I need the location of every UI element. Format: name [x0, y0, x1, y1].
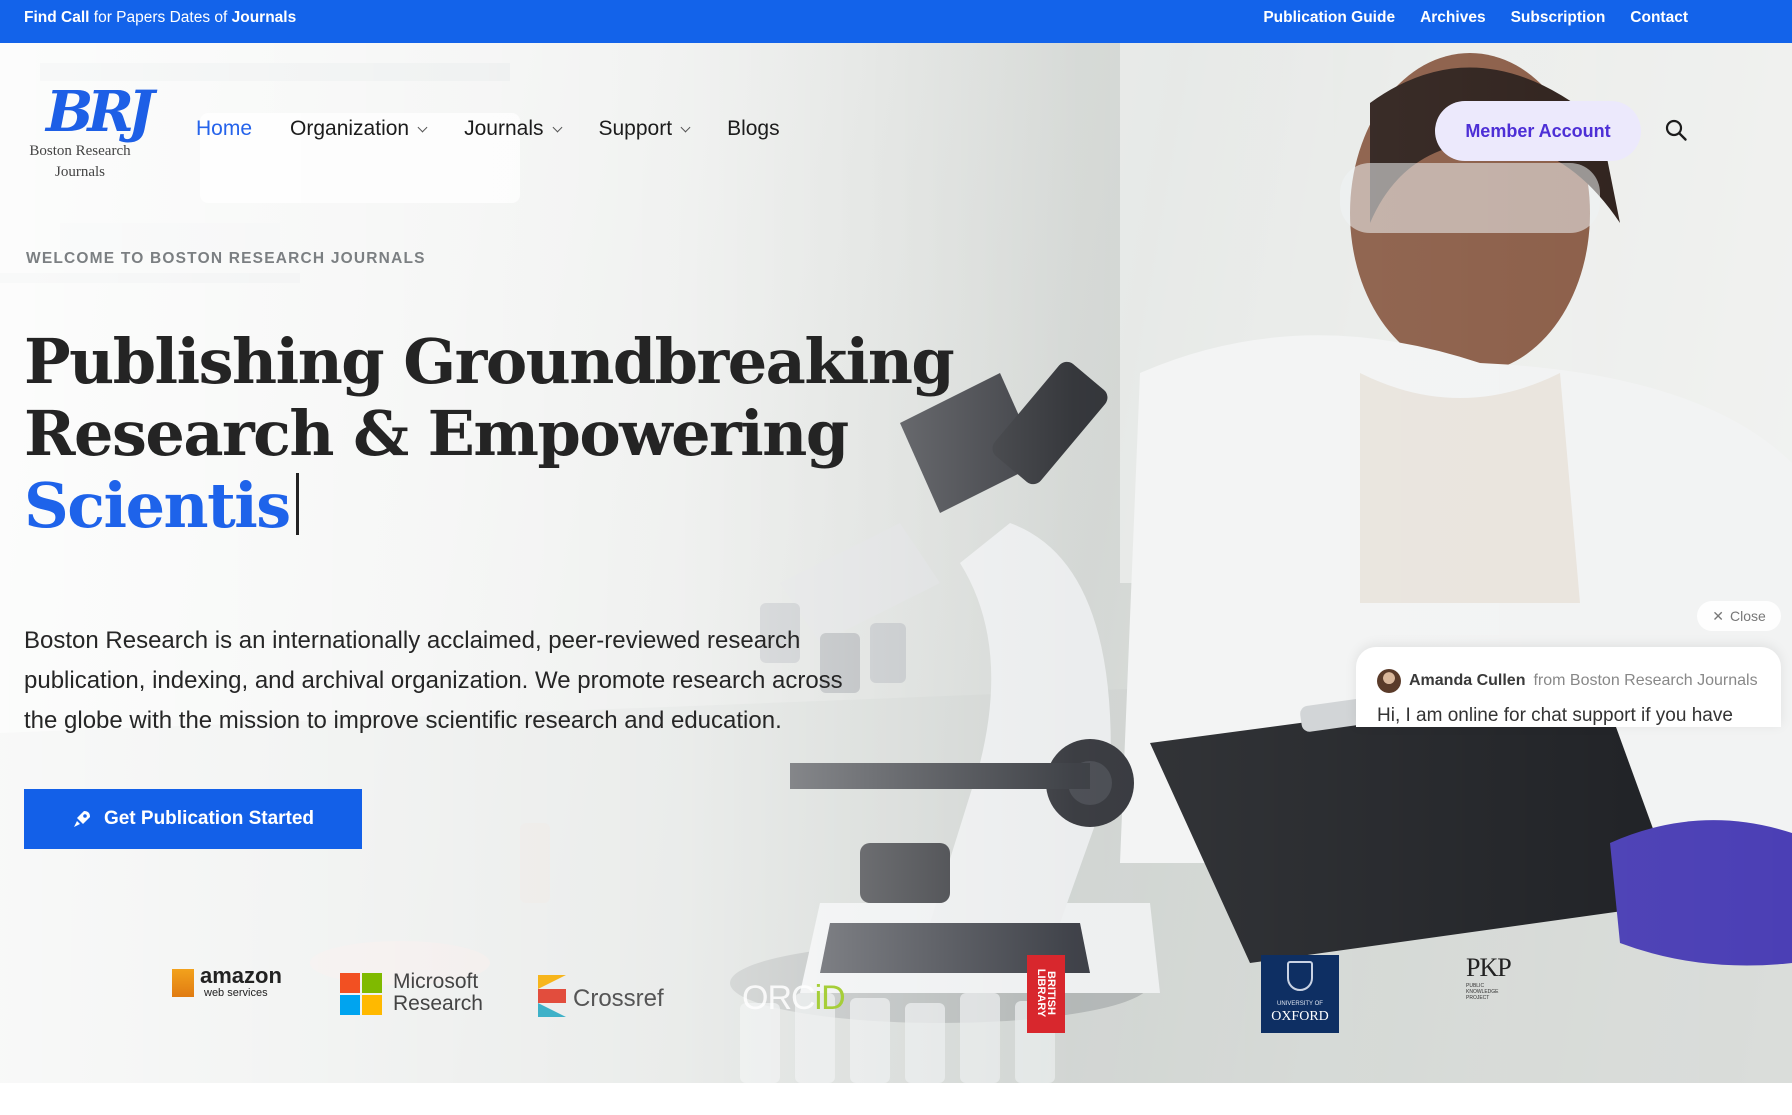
- cta-label: Get Publication Started: [103, 808, 315, 829]
- orcid-id: iD: [814, 979, 846, 1017]
- nav-item-support[interactable]: Support: [598, 117, 691, 141]
- nav-item-organization[interactable]: Organization: [290, 117, 428, 141]
- nav-item-home[interactable]: Home: [196, 117, 252, 141]
- nav-item-blogs[interactable]: Blogs: [727, 117, 780, 141]
- oxford-main: OXFORD: [1271, 1009, 1329, 1024]
- chevron-down-icon: [552, 122, 562, 132]
- pkp-line-3: PROJECT: [1466, 995, 1490, 1001]
- brand-name-line-2: Journals: [55, 164, 105, 180]
- chat-close-label: Close: [1729, 608, 1766, 624]
- microsoft-research-logo: Microsoft Research: [340, 971, 490, 1019]
- amazon-subtext: web services: [204, 987, 268, 999]
- orcid-logo: ORCiD: [742, 979, 852, 1019]
- brand-mark: BRJ: [46, 79, 154, 145]
- chevron-down-icon: [417, 122, 428, 132]
- nav-item-label: Home: [196, 117, 253, 140]
- hero-section: BRJ Boston Research Journals Home Organi…: [0, 43, 1792, 1083]
- nav-item-journals[interactable]: Journals: [464, 117, 562, 141]
- link-contact[interactable]: Contact: [1630, 9, 1688, 27]
- link-archives[interactable]: Archives: [1420, 9, 1485, 27]
- chat-message: Hi, I am online for chat support if you …: [1377, 705, 1733, 726]
- brand-name-line-1: Boston Research: [29, 143, 131, 159]
- amazon-wordmark: amazon: [200, 963, 282, 988]
- top-bar-links: Publication Guide Archives Subscription …: [1263, 9, 1688, 27]
- university-of-oxford-logo: UNIVERSITY OF OXFORD: [1261, 955, 1339, 1033]
- nav-item-label: Blogs: [727, 117, 780, 140]
- brand-logo[interactable]: BRJ Boston Research Journals: [22, 79, 154, 189]
- top-bar-tagline[interactable]: Find Call for Papers Dates of Journals: [24, 9, 296, 27]
- microsoft-line-2: Research: [393, 992, 483, 1015]
- tagline-middle: for Papers Dates of: [93, 9, 228, 26]
- chevron-down-icon: [680, 122, 691, 132]
- chat-close-button[interactable]: ✕ Close: [1697, 601, 1781, 631]
- search-icon[interactable]: [1664, 118, 1688, 142]
- chat-header: Amanda Cullen from Boston Research Journ…: [1377, 669, 1758, 693]
- british-line-1: BRITISH: [1045, 971, 1057, 1015]
- headline-line-2: Research & Empowering: [24, 397, 849, 470]
- link-publication-guide[interactable]: Publication Guide: [1263, 9, 1395, 27]
- amazon-web-services-logo: amazon web services: [172, 961, 282, 1005]
- hero-overlay: [0, 43, 1792, 1083]
- nav-item-label: Journals: [464, 117, 544, 140]
- brand-name: Boston Research Journals: [22, 141, 138, 183]
- chat-agent-name: Amanda Cullen: [1409, 672, 1526, 689]
- get-publication-started-button[interactable]: Get Publication Started: [24, 789, 362, 849]
- oxford-crest: [1287, 961, 1313, 991]
- microsoft-line-1: Microsoft: [393, 970, 479, 993]
- chat-agent-from: from Boston Research Journals: [1533, 672, 1758, 689]
- hero-headline: Publishing Groundbreaking Research & Emp…: [24, 325, 955, 542]
- oxford-small: UNIVERSITY OF: [1277, 1001, 1323, 1007]
- avatar: [1377, 669, 1401, 693]
- british-line-2: LIBRARY: [1035, 968, 1047, 1018]
- tagline-bold-2: Journals: [231, 9, 297, 26]
- main-nav: Home Organization Journals Support Blogs: [196, 117, 780, 141]
- top-bar: Find Call for Papers Dates of Journals P…: [0, 0, 1792, 43]
- nav-item-label: Organization: [290, 117, 410, 140]
- link-subscription[interactable]: Subscription: [1511, 9, 1606, 27]
- tagline-bold-1: Find Call: [24, 9, 90, 26]
- crossref-logo: Crossref: [538, 975, 668, 1019]
- crossref-wordmark: Crossref: [573, 985, 664, 1012]
- hero-description: Boston Research is an internationally ac…: [24, 627, 843, 734]
- british-library-logo: BRITISH LIBRARY: [1027, 955, 1065, 1033]
- headline-accent: Scientis: [24, 469, 291, 542]
- hero-eyebrow: WELCOME TO BOSTON RESEARCH JOURNALS: [26, 250, 426, 267]
- close-icon: ✕: [1712, 607, 1724, 624]
- member-account-button[interactable]: Member Account: [1435, 101, 1641, 161]
- headline-line-1: Publishing Groundbreaking: [24, 325, 955, 398]
- nav-item-label: Support: [598, 117, 673, 140]
- pkp-mark: PKP: [1466, 953, 1512, 982]
- typing-caret: [295, 473, 299, 535]
- chat-widget[interactable]: Amanda Cullen from Boston Research Journ…: [1356, 647, 1781, 727]
- rocket-icon: [73, 811, 90, 827]
- public-knowledge-project-logo: PKP PUBLIC KNOWLEDGE PROJECT: [1466, 953, 1526, 1005]
- orcid-text: ORC: [742, 979, 816, 1017]
